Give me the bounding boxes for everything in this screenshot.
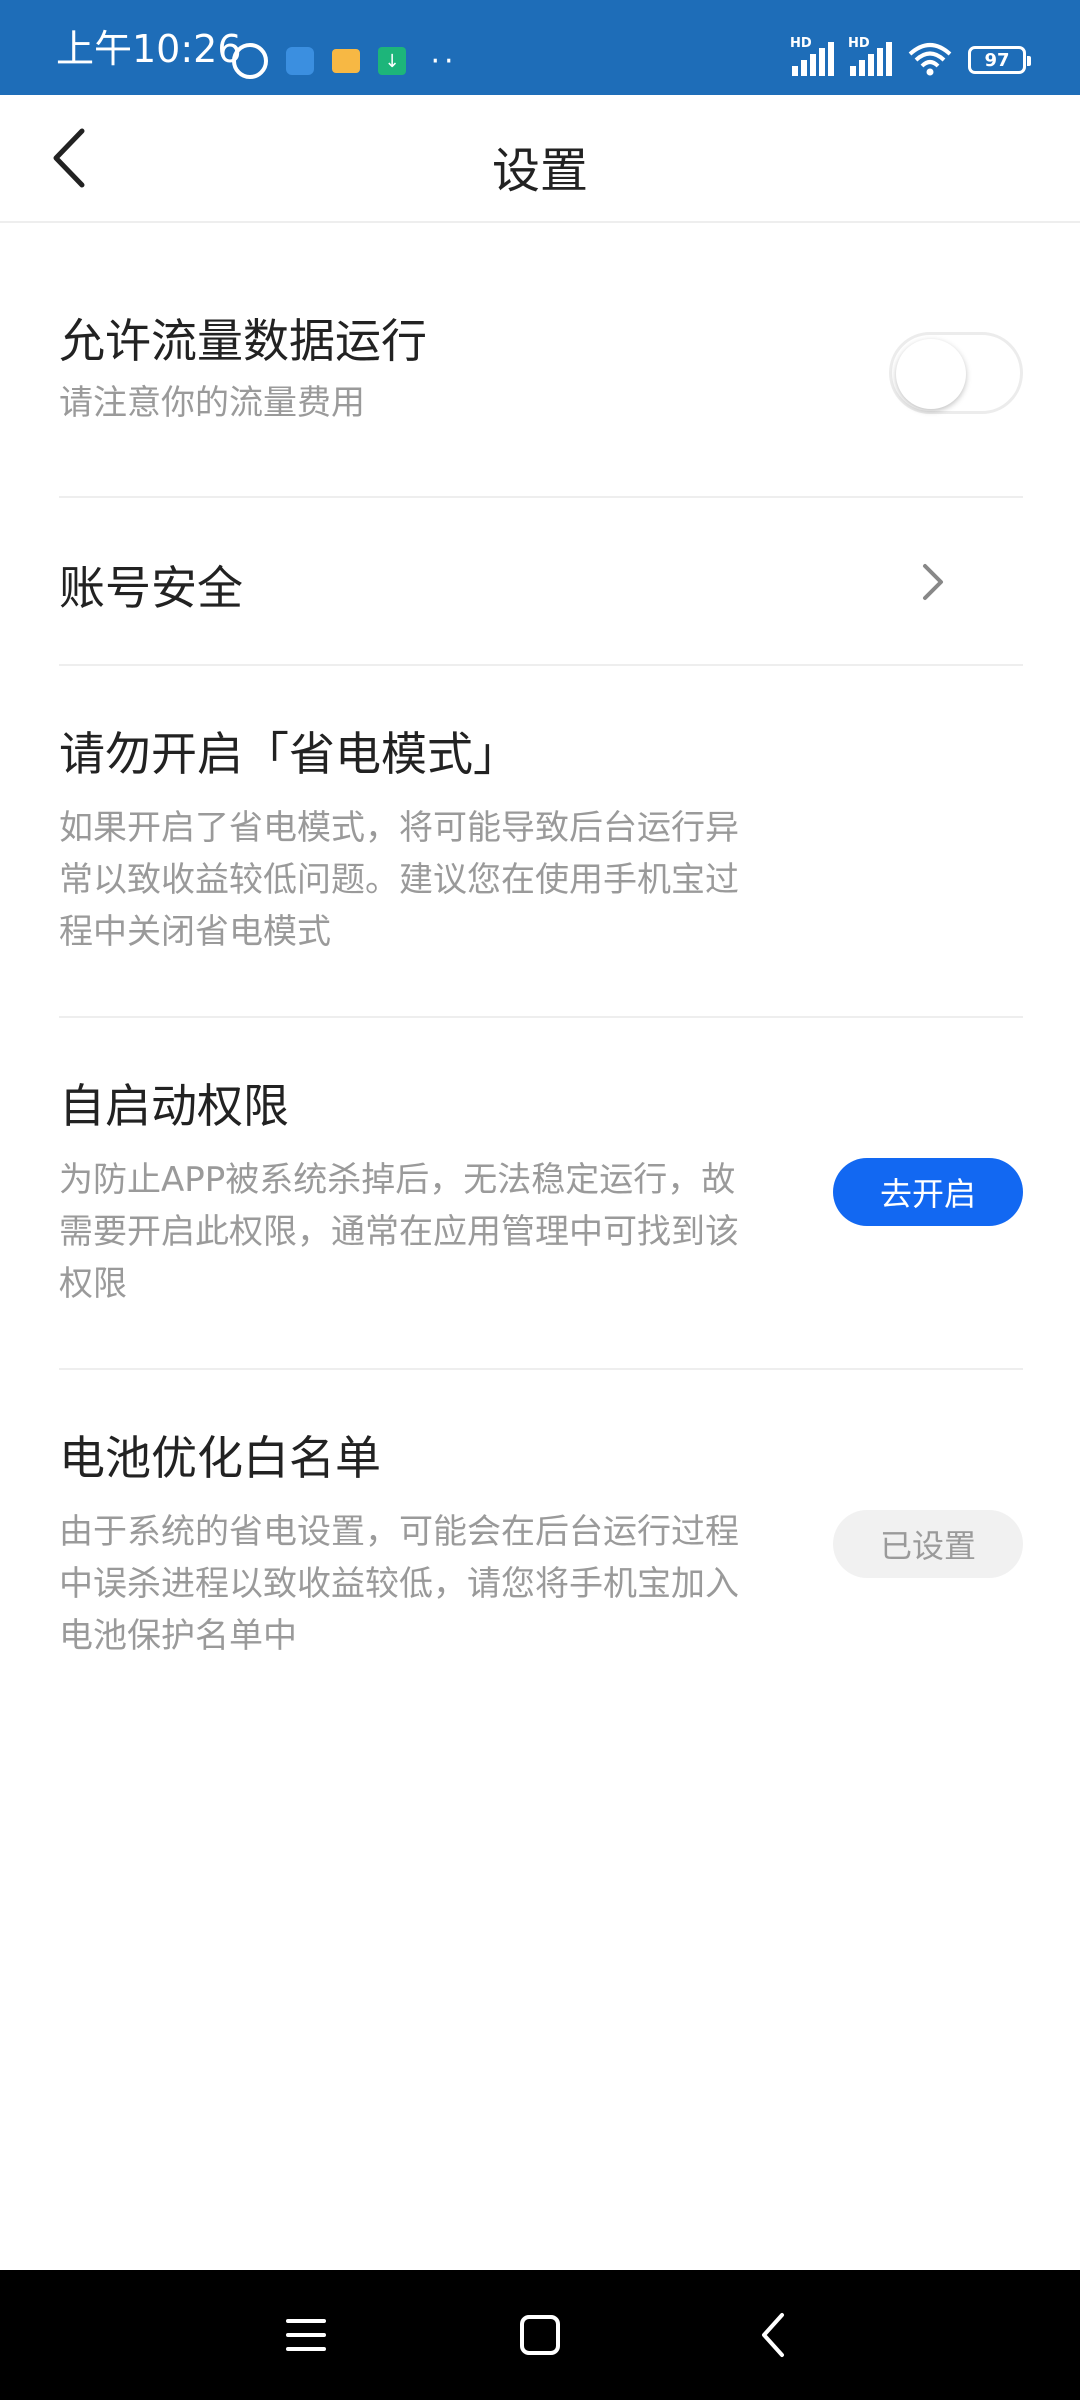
more-dots-icon: ·· <box>430 43 458 79</box>
enable-auto-start-button[interactable]: 去开启 <box>833 1158 1023 1226</box>
setting-description: 为防止APP被系统杀掉后，无法稳定运行，故需要开启此权限，通常在应用管理中可找到… <box>59 1160 739 1304</box>
setting-title: 允许流量数据运行 <box>59 314 427 368</box>
download-icon: ↓ <box>378 47 406 75</box>
home-icon <box>520 2315 560 2355</box>
mobile-data-toggle[interactable] <box>889 332 1023 414</box>
menu-icon <box>286 2319 326 2351</box>
setting-description: 由于系统的省电设置，可能会在后台运行过程中误杀进程以致收益较低，请您将手机宝加入… <box>59 1512 739 1656</box>
navigation-bar <box>0 2270 1080 2400</box>
signal-hd-label: HD <box>790 36 812 51</box>
signal-hd-label: HD <box>848 36 870 51</box>
status-time: 上午10:26 <box>56 27 242 71</box>
status-icons-right: HD HD 97 <box>790 36 1031 76</box>
setting-account-security[interactable]: 账号安全 <box>59 498 1023 666</box>
alarm-icon <box>232 43 268 79</box>
home-button[interactable] <box>510 2305 570 2365</box>
setting-power-saving: 请勿开启「省电模式」 如果开启了省电模式，将可能导致后台运行异常以致收益较低问题… <box>59 666 1023 1018</box>
battery-whitelist-status-button[interactable]: 已设置 <box>833 1510 1023 1578</box>
setting-battery-whitelist: 电池优化白名单 由于系统的省电设置，可能会在后台运行过程中误杀进程以致收益较低，… <box>59 1370 1023 1690</box>
toggle-knob <box>896 339 966 409</box>
system-back-button[interactable] <box>744 2305 804 2365</box>
setting-mobile-data: 允许流量数据运行 请注意你的流量费用 <box>59 223 1023 498</box>
header: 设置 <box>0 95 1080 223</box>
battery-icon: 97 <box>968 46 1031 74</box>
page-title: 设置 <box>491 143 588 199</box>
menu-button[interactable] <box>276 2305 336 2365</box>
chevron-right-icon <box>923 564 943 600</box>
setting-title: 请勿开启「省电模式」 <box>59 727 519 781</box>
signal-icon: HD <box>790 36 834 76</box>
status-icons-left: ↓ ·· <box>232 43 464 79</box>
signal-icon: HD <box>848 36 892 76</box>
setting-title: 电池优化白名单 <box>59 1431 381 1485</box>
setting-description: 如果开启了省电模式，将可能导致后台运行异常以致收益较低问题。建议您在使用手机宝过… <box>59 808 739 952</box>
setting-auto-start: 自启动权限 为防止APP被系统杀掉后，无法稳定运行，故需要开启此权限，通常在应用… <box>59 1018 1023 1370</box>
setting-description: 请注意你的流量费用 <box>59 383 365 423</box>
battery-level: 97 <box>984 49 1010 71</box>
message-icon <box>332 49 360 73</box>
back-icon <box>762 2313 784 2357</box>
setting-title: 自启动权限 <box>59 1079 289 1133</box>
status-bar: 上午10:26 ↓ ·· HD HD 97 <box>0 0 1080 95</box>
setting-title: 账号安全 <box>59 561 243 615</box>
wifi-icon <box>908 42 952 76</box>
app-notification-icon <box>286 47 314 75</box>
